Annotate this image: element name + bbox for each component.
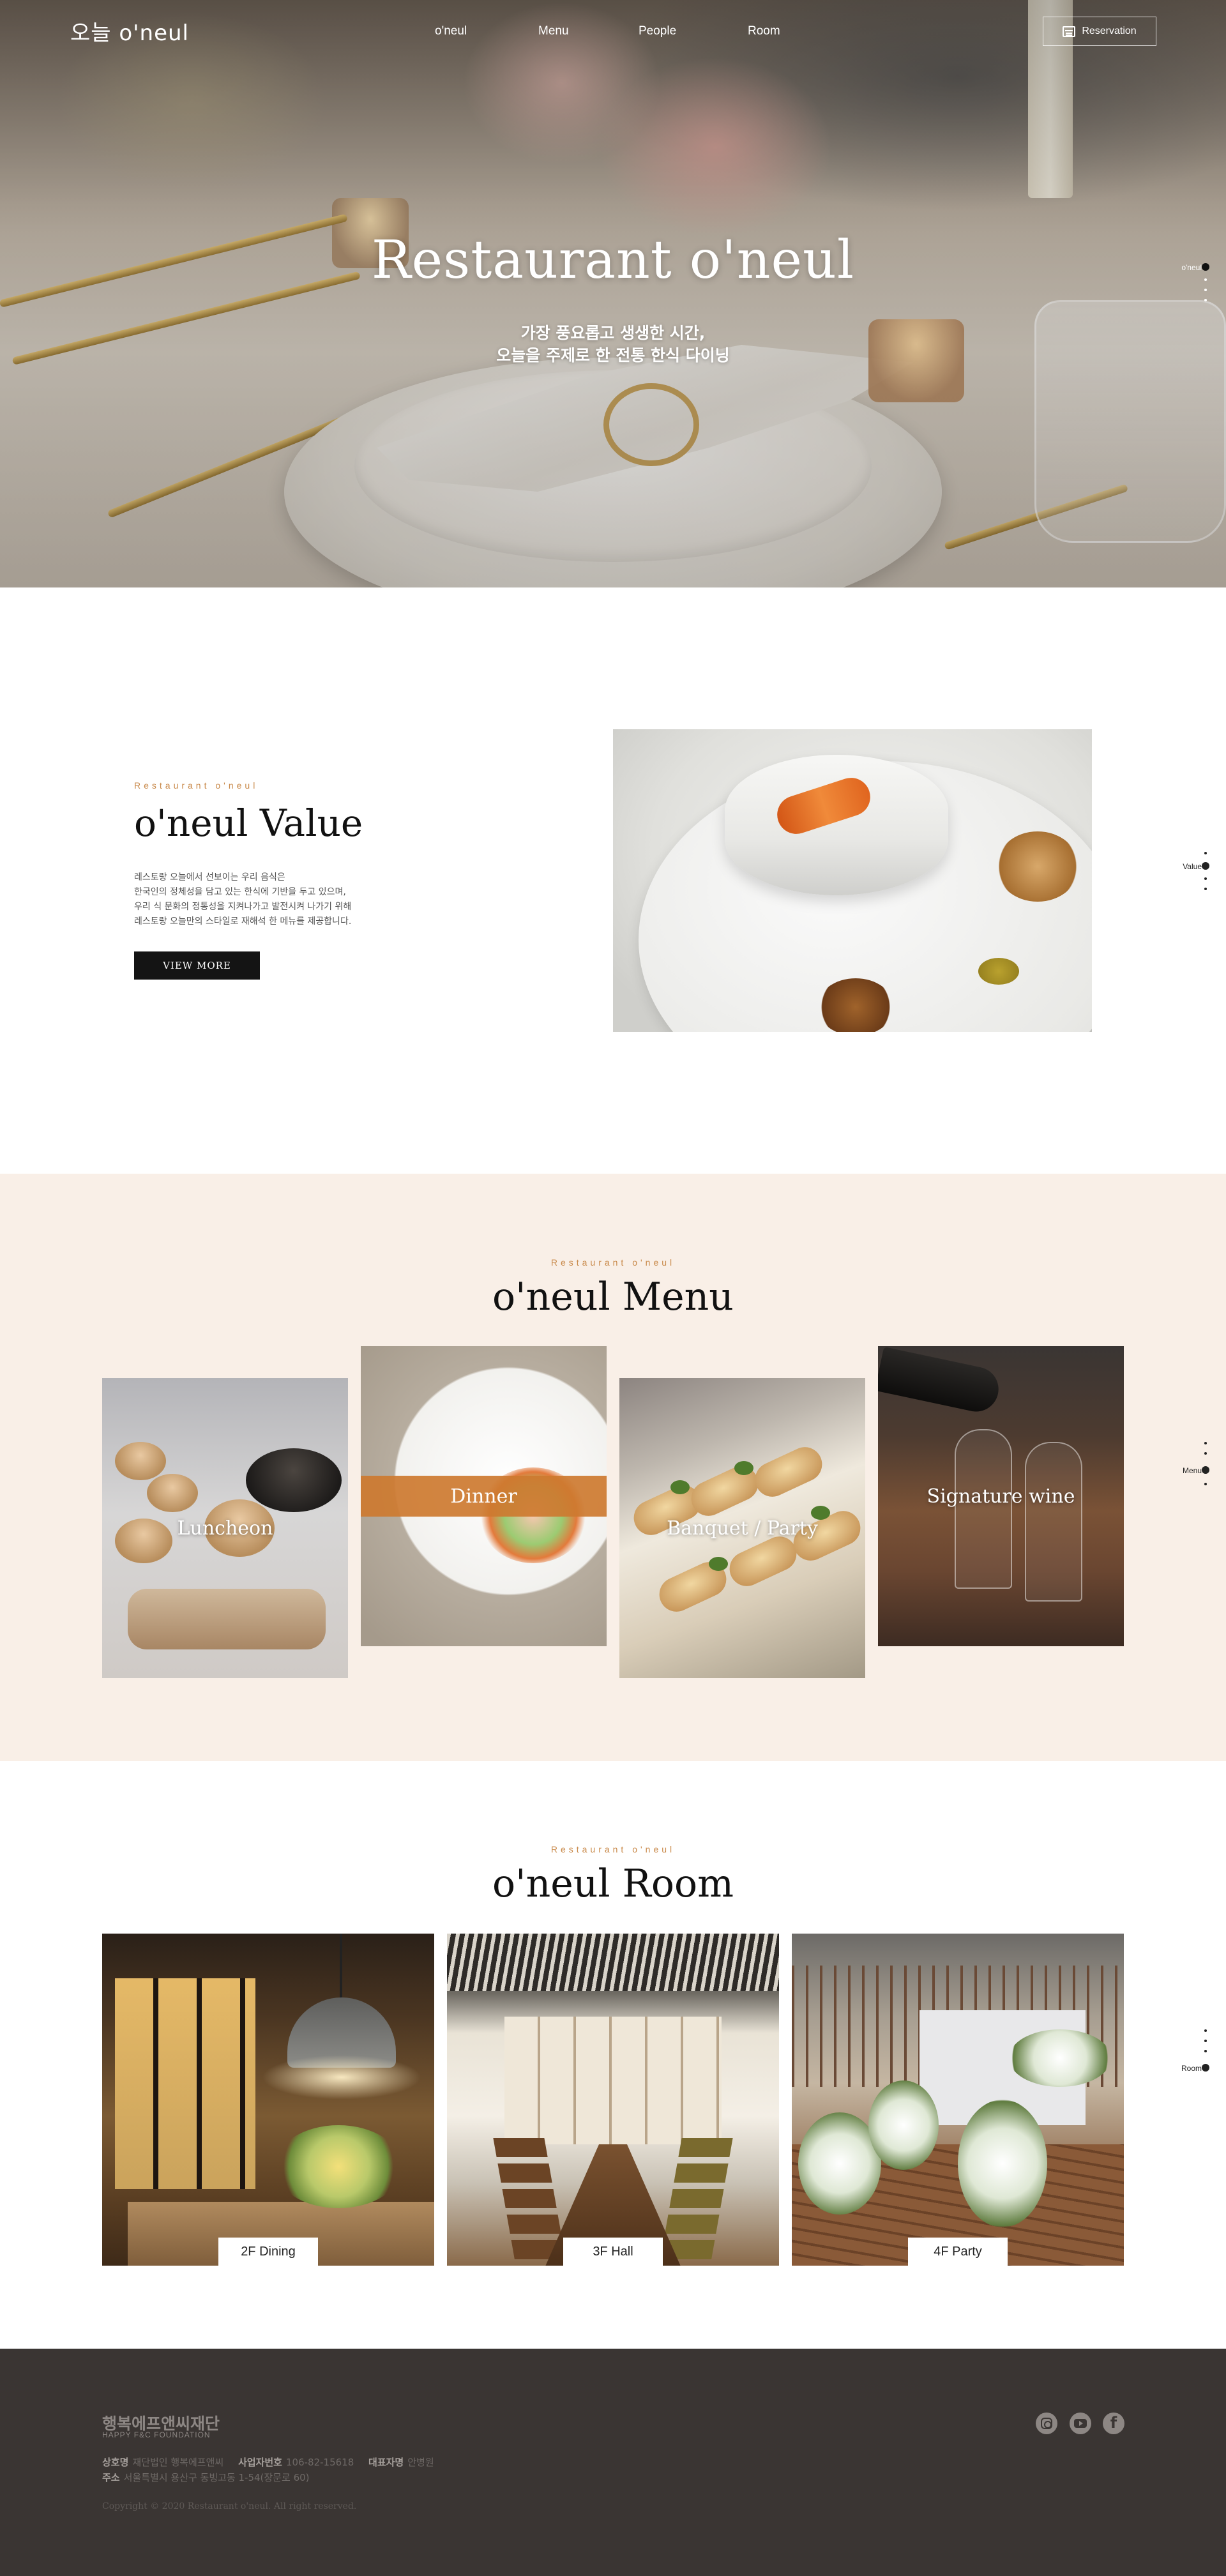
- side-nav-room[interactable]: Room: [1169, 2029, 1213, 2115]
- flower-arrangement-image: [1009, 2029, 1111, 2087]
- facebook-icon[interactable]: f: [1103, 2413, 1124, 2434]
- window-image: [115, 1978, 255, 2189]
- hero-subtitle-line2: 오늘을 주제로 한 전통 한식 다이닝: [496, 346, 730, 365]
- room-title: o'neul Room: [492, 1861, 734, 1906]
- reservation-label: Reservation: [1082, 26, 1137, 36]
- side-nav-dot[interactable]: [1204, 299, 1207, 301]
- side-nav-label: Room: [1181, 2064, 1202, 2073]
- footer-logo-en: HAPPY F&C FOUNDATION: [102, 2430, 211, 2439]
- nav-item-people[interactable]: People: [639, 24, 676, 38]
- side-nav-dot-active[interactable]: [1202, 862, 1209, 870]
- side-nav-dot-active[interactable]: [1202, 263, 1209, 271]
- footer-address-row: 주소 서울특별시 용산구 동빙고동 1-54(장문로 60): [102, 2471, 310, 2484]
- hero-subtitle-line1: 가장 풍요롭고 생생한 시간,: [520, 324, 706, 342]
- hero-title: Restaurant o'neul: [371, 230, 855, 291]
- menu-card-label: Signature wine: [927, 1485, 1075, 1508]
- side-nav-dot-active[interactable]: [1202, 2064, 1209, 2072]
- flower-arrangement-image: [958, 2100, 1047, 2227]
- menu-title: o'neul Menu: [492, 1275, 734, 1319]
- room-card-3f-hall[interactable]: 3F Hall: [447, 1934, 779, 2266]
- menu-card-dinner[interactable]: Dinner: [361, 1346, 607, 1646]
- value-dish-photo: [613, 729, 1092, 1032]
- room-card-2f-dining[interactable]: 2F Dining: [102, 1934, 434, 2266]
- room-card-label: 3F Hall: [563, 2238, 663, 2266]
- value-description-line: 한국인의 정체성을 담고 있는 한식에 기반을 두고 있으며,: [134, 887, 346, 897]
- side-nav-dot[interactable]: [1204, 1452, 1207, 1455]
- menu-card-label: Banquet / Party: [667, 1517, 818, 1540]
- dessert-image: [725, 755, 948, 895]
- menu-card-label: Luncheon: [177, 1517, 273, 1540]
- room-card-4f-party[interactable]: 4F Party: [792, 1934, 1124, 2266]
- site-logo[interactable]: 오늘 o'neul: [70, 15, 189, 47]
- side-nav-dot[interactable]: [1204, 877, 1207, 880]
- instagram-icon[interactable]: [1036, 2413, 1057, 2434]
- side-nav-value[interactable]: Value: [1169, 852, 1213, 912]
- lamp-cord-image: [340, 1934, 342, 2004]
- menu-card-label: Dinner: [361, 1476, 607, 1517]
- value-description: 레스토랑 오늘에서 선보이는 우리 음식은 한국인의 정체성을 담고 있는 한식…: [134, 870, 434, 929]
- crab-image: [996, 831, 1079, 902]
- hero-section: 오늘 o'neul o'neul Menu People Room Reserv…: [0, 0, 1226, 587]
- value-description-line: 레스토랑 오늘에서 선보이는 우리 음식은: [134, 872, 285, 883]
- room-card-label: 2F Dining: [218, 2238, 318, 2266]
- menu-card-luncheon[interactable]: Luncheon: [102, 1378, 348, 1678]
- garnish-image: [817, 978, 894, 1032]
- view-more-button[interactable]: VIEW MORE: [134, 951, 260, 980]
- side-nav-dot[interactable]: [1204, 2050, 1207, 2052]
- menu-card-wine[interactable]: Signature wine: [878, 1346, 1124, 1646]
- side-nav-dot[interactable]: [1204, 1483, 1207, 1485]
- footer-copyright: Copyright © 2020 Restaurant o'neul. All …: [102, 2501, 357, 2512]
- folding-screen-image: [504, 2017, 722, 2144]
- room-eyebrow: Restaurant o'neul: [550, 1844, 676, 1854]
- side-nav-dot[interactable]: [1204, 289, 1207, 291]
- room-card-label: 4F Party: [908, 2238, 1008, 2266]
- footer-label: 대표자명: [368, 2457, 404, 2468]
- side-nav-dot[interactable]: [1204, 852, 1207, 854]
- flower-arrangement-image: [868, 2080, 939, 2170]
- lamp-glow: [262, 2055, 421, 2100]
- side-nav-label: o'neul: [1181, 263, 1202, 272]
- side-nav-dot[interactable]: [1204, 278, 1207, 281]
- side-nav-dot-active[interactable]: [1202, 1466, 1209, 1474]
- nav-item-oneul[interactable]: o'neul: [435, 24, 467, 38]
- hero-overlay: [0, 0, 1226, 587]
- value-eyebrow: Restaurant o'neul: [134, 780, 259, 791]
- footer-label: 사업자번호: [238, 2457, 282, 2468]
- side-nav-dot[interactable]: [1204, 888, 1207, 890]
- side-nav-label: Value: [1183, 862, 1202, 871]
- ceiling-slats-image: [447, 1934, 779, 1991]
- nav-item-room[interactable]: Room: [748, 24, 780, 38]
- footer-value: 서울특별시 용산구 동빙고동 1-54(장문로 60): [123, 2472, 310, 2483]
- menu-eyebrow: Restaurant o'neul: [550, 1257, 676, 1268]
- footer-value: 재단법인 행복에프앤씨: [132, 2457, 224, 2468]
- youtube-icon[interactable]: [1070, 2413, 1091, 2434]
- calendar-icon: [1063, 26, 1076, 37]
- value-description-line: 레스토랑 오늘만의 스타일로 재해석 한 메뉴를 제공합니다.: [134, 916, 352, 927]
- side-nav-dot[interactable]: [1204, 1442, 1207, 1444]
- footer-value: 106-82-15618: [285, 2457, 354, 2468]
- side-nav-hero[interactable]: o'neul: [1169, 258, 1213, 309]
- flowers-image: [275, 2125, 402, 2208]
- footer-info-row: 상호명 재단법인 행복에프앤씨 사업자번호 106-82-15618 대표자명 안병원: [102, 2455, 434, 2469]
- reservation-button[interactable]: Reservation: [1043, 17, 1156, 46]
- value-title: o'neul Value: [134, 801, 363, 845]
- footer-label: 주소: [102, 2472, 120, 2483]
- side-nav-menu[interactable]: Menu: [1169, 1442, 1213, 1517]
- side-nav-label: Menu: [1182, 1466, 1202, 1475]
- side-nav-dot[interactable]: [1204, 2029, 1207, 2032]
- sauce-image: [978, 958, 1019, 985]
- footer-value: 안병원: [407, 2457, 434, 2468]
- footer-label: 상호명: [102, 2457, 129, 2468]
- side-nav-dot[interactable]: [1204, 2040, 1207, 2042]
- value-description-line: 우리 식 문화의 정통성을 지켜나가고 발전시켜 나가기 위해: [134, 902, 352, 912]
- nav-item-menu[interactable]: Menu: [538, 24, 569, 38]
- menu-card-banquet[interactable]: Banquet / Party: [619, 1378, 865, 1678]
